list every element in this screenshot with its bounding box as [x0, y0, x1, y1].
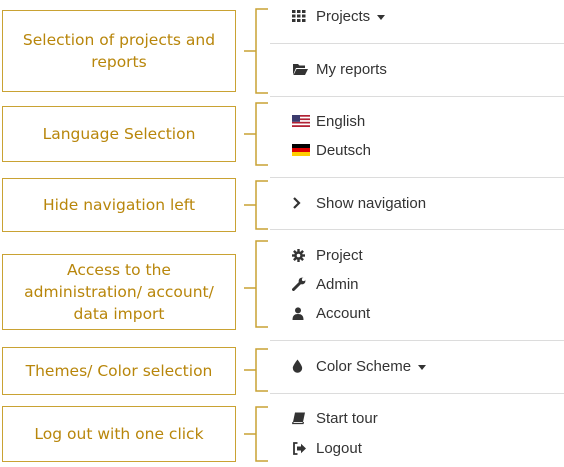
project-link[interactable]: Project	[292, 245, 363, 265]
projects-dropdown[interactable]: Projects	[292, 6, 386, 26]
callout-administration: Access to the administration/ account/ d…	[2, 254, 236, 330]
project-label: Project	[316, 246, 363, 264]
wrench-icon	[292, 276, 310, 292]
divider	[270, 229, 564, 230]
callout-text: Hide navigation left	[42, 196, 196, 214]
german-flag-icon	[292, 142, 310, 158]
show-navigation-toggle[interactable]: Show navigation	[292, 193, 426, 213]
bracket-logout	[244, 406, 270, 462]
tint-icon	[292, 358, 310, 374]
admin-label: Admin	[316, 275, 359, 293]
color-scheme-dropdown[interactable]: Color Scheme	[292, 356, 427, 376]
bracket-language	[244, 102, 270, 166]
my-reports-label: My reports	[316, 60, 387, 78]
admin-link[interactable]: Admin	[292, 274, 359, 294]
chevron-right-icon	[292, 195, 310, 211]
callout-language: Language Selection	[2, 106, 236, 162]
account-link[interactable]: Account	[292, 303, 370, 323]
divider	[270, 340, 564, 341]
language-english[interactable]: English	[292, 111, 365, 131]
gear-icon	[292, 247, 310, 263]
bracket-themes	[244, 348, 270, 392]
menu-panel: Projects My reports English Deutsch Show…	[270, 0, 564, 467]
callout-logout: Log out with one click	[2, 406, 236, 462]
projects-label: Projects	[316, 7, 371, 25]
language-deutsch[interactable]: Deutsch	[292, 140, 371, 160]
callout-text: Log out with one click	[34, 425, 204, 443]
color-scheme-label: Color Scheme	[316, 357, 412, 375]
divider	[270, 393, 564, 394]
caret-down-icon	[377, 14, 386, 20]
callout-navigation: Hide navigation left	[2, 178, 236, 232]
account-label: Account	[316, 304, 371, 322]
callout-text: Selection of projects and reports	[22, 31, 216, 71]
deutsch-label: Deutsch	[316, 141, 372, 159]
callout-projects-reports: Selection of projects and reports	[2, 10, 236, 92]
callout-text: Themes/ Color selection	[25, 362, 213, 380]
start-tour-label: Start tour	[316, 409, 378, 427]
grid-icon	[292, 8, 310, 24]
folder-open-icon	[292, 61, 310, 77]
divider	[270, 177, 564, 178]
user-icon	[292, 305, 310, 321]
english-label: English	[316, 112, 366, 130]
callout-themes: Themes/ Color selection	[2, 347, 236, 395]
callout-text: Access to the administration/ account/ d…	[24, 261, 214, 323]
book-icon	[292, 410, 310, 426]
logout-link[interactable]: Logout	[292, 438, 362, 458]
bracket-administration	[244, 240, 270, 328]
my-reports-link[interactable]: My reports	[292, 59, 387, 79]
sign-out-icon	[292, 440, 310, 456]
bracket-projects	[244, 8, 270, 94]
callout-text: Language Selection	[42, 125, 196, 143]
caret-down-icon	[418, 364, 427, 370]
us-flag-icon	[292, 113, 310, 129]
divider	[270, 96, 564, 97]
bracket-navigation	[244, 180, 270, 230]
show-navigation-label: Show navigation	[316, 194, 427, 212]
start-tour-link[interactable]: Start tour	[292, 408, 378, 428]
logout-label: Logout	[316, 439, 362, 457]
divider	[270, 43, 564, 44]
